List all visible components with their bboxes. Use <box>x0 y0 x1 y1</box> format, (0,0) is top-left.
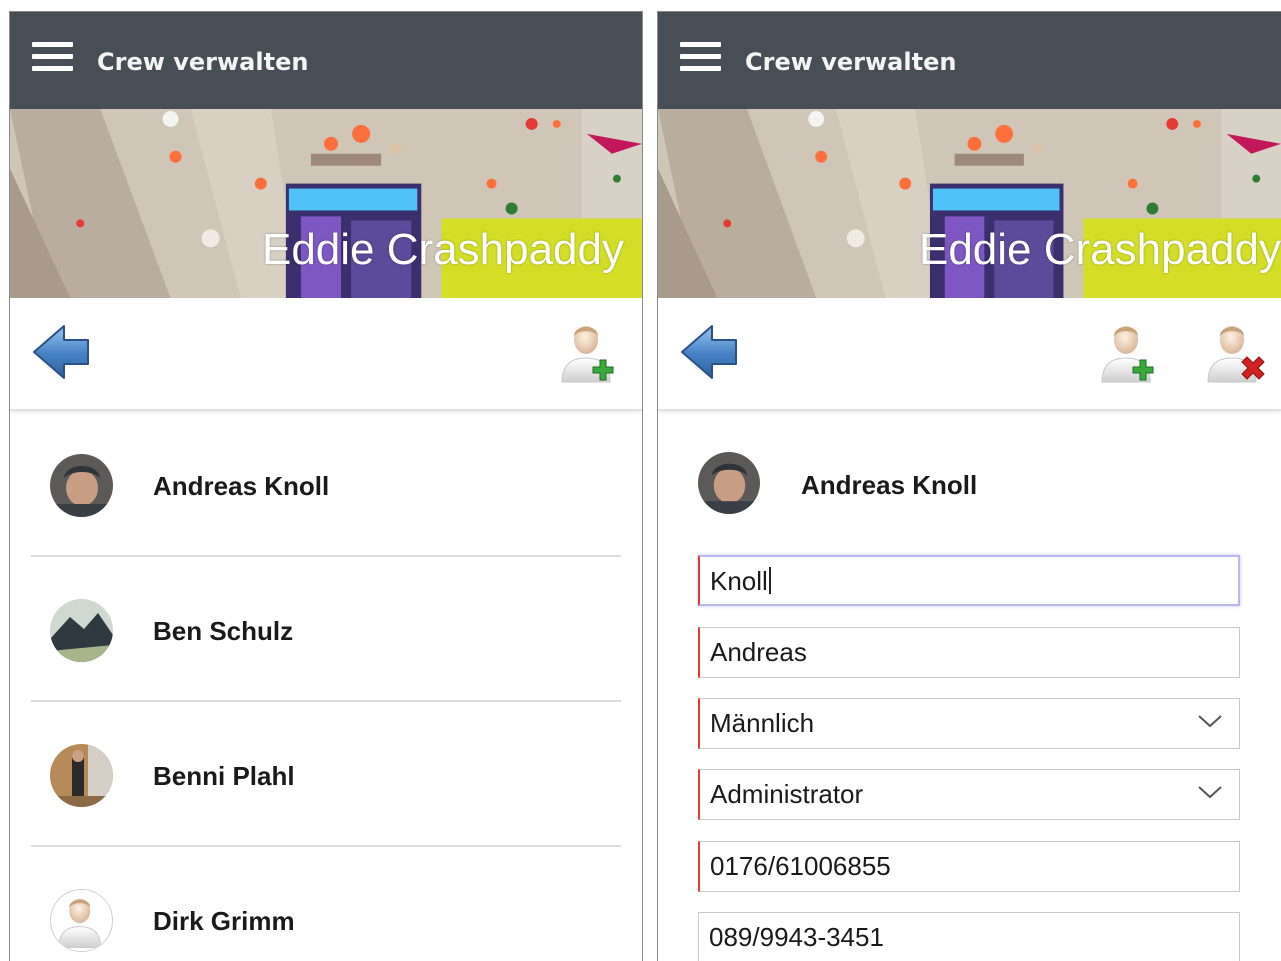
avatar <box>50 454 113 517</box>
app-title: Crew verwalten <box>97 48 309 76</box>
member-name: Dirk Grimm <box>153 906 295 936</box>
member-name: Andreas Knoll <box>153 471 330 501</box>
member-header: Andreas Knoll <box>698 452 1238 516</box>
list-item[interactable]: Benni Plahl <box>31 702 621 847</box>
phone-value: 089/9943-3451 <box>709 922 884 952</box>
crew-banner: Eddie Crashpaddy <box>658 109 1281 298</box>
list-item[interactable]: Andreas Knoll <box>31 412 621 557</box>
crew-banner: Eddie Crashpaddy <box>10 109 642 298</box>
member-edit-screen: Crew verwalten Eddie Crashpaddy Andreas … <box>657 11 1281 961</box>
avatar <box>50 744 113 807</box>
action-bar <box>10 298 642 411</box>
back-arrow-icon[interactable] <box>678 322 742 382</box>
add-user-icon[interactable] <box>556 316 620 386</box>
member-name: Benni Plahl <box>153 761 295 791</box>
last-name-value: Knoll <box>710 566 768 596</box>
top-app-bar: Crew verwalten <box>658 12 1281 109</box>
text-cursor <box>768 567 771 594</box>
crew-list-screen: Crew verwalten Eddie Crashpaddy Andreas … <box>9 11 643 961</box>
list-item[interactable]: Dirk Grimm <box>31 847 621 961</box>
phone-field[interactable]: 089/9943-3451 <box>698 912 1240 961</box>
member-name: Ben Schulz <box>153 616 294 646</box>
last-name-field[interactable]: Knoll <box>698 555 1240 606</box>
app-title: Crew verwalten <box>745 48 957 76</box>
member-name: Andreas Knoll <box>801 470 978 500</box>
avatar <box>50 889 113 952</box>
gender-select[interactable]: Männlich <box>698 698 1240 749</box>
chevron-down-icon <box>1198 786 1222 799</box>
gender-value: Männlich <box>710 708 815 738</box>
crew-name: Eddie Crashpaddy <box>918 225 1281 274</box>
hamburger-menu-icon[interactable] <box>32 40 73 74</box>
mobile-value: 0176/61006855 <box>710 851 891 881</box>
mobile-field[interactable]: 0176/61006855 <box>698 841 1240 892</box>
crew-name: Eddie Crashpaddy <box>261 225 624 274</box>
avatar <box>698 452 760 514</box>
first-name-value: Andreas <box>710 637 807 667</box>
crew-list: Andreas Knoll Ben Schulz Benni Plahl Dir… <box>31 412 621 961</box>
role-select[interactable]: Administrator <box>698 769 1240 820</box>
chevron-down-icon <box>1198 715 1222 728</box>
top-app-bar: Crew verwalten <box>10 12 642 109</box>
hamburger-menu-icon[interactable] <box>680 40 721 74</box>
add-user-icon[interactable] <box>1096 316 1160 386</box>
action-bar <box>658 298 1281 411</box>
list-item[interactable]: Ben Schulz <box>31 557 621 702</box>
remove-user-icon[interactable] <box>1202 316 1266 386</box>
role-value: Administrator <box>710 779 864 809</box>
back-arrow-icon[interactable] <box>30 322 94 382</box>
avatar <box>50 599 113 662</box>
first-name-field[interactable]: Andreas <box>698 627 1240 678</box>
